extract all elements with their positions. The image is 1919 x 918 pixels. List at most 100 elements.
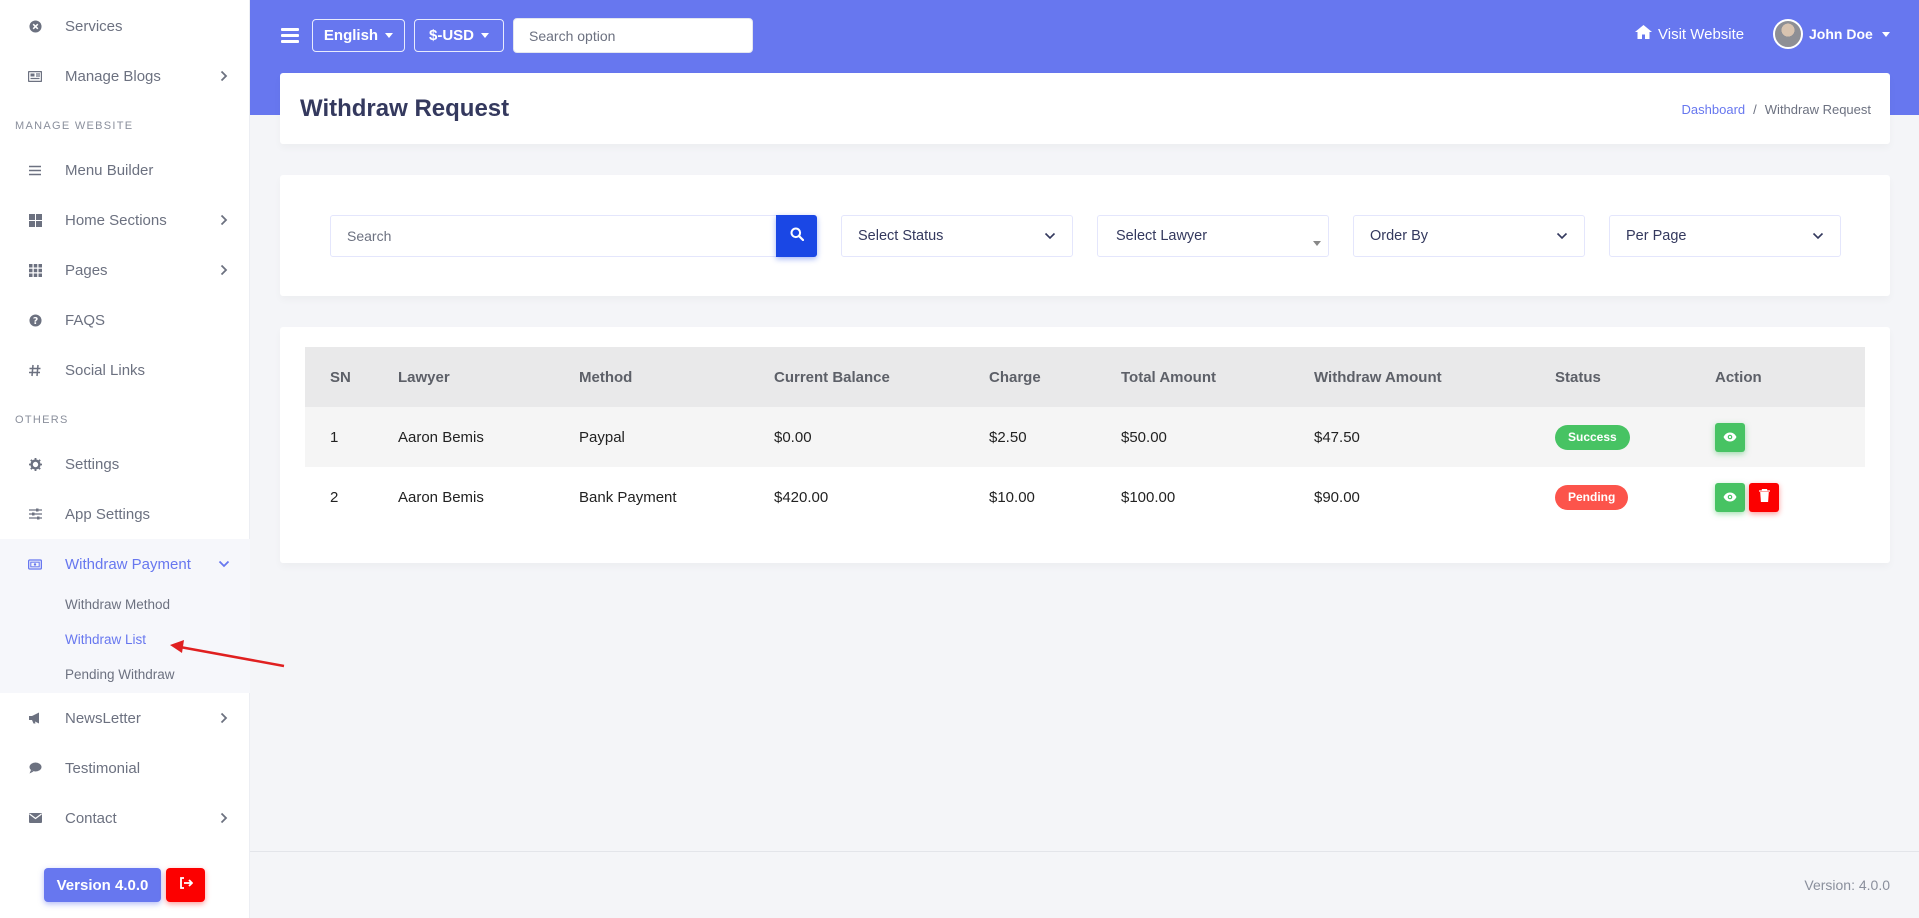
column-header-charge: Charge <box>989 368 1041 386</box>
table-header-row: SN Lawyer Method Current Balance Charge … <box>305 347 1865 407</box>
cell-charge: $10.00 <box>989 488 1035 506</box>
sidebar-item-manage-blogs[interactable]: Manage Blogs <box>0 51 250 101</box>
option-search-input[interactable] <box>513 18 753 53</box>
column-header-method: Method <box>579 368 633 386</box>
money-bill-icon <box>28 557 42 571</box>
status-select[interactable]: Select Status <box>841 215 1073 257</box>
withdraw-table: SN Lawyer Method Current Balance Charge … <box>305 347 1865 527</box>
version-button[interactable]: Version 4.0.0 <box>44 868 161 902</box>
hashtag-icon <box>28 363 42 377</box>
chevron-right-icon <box>218 712 230 724</box>
cell-status: Pending <box>1555 467 1715 527</box>
footer: Version: 4.0.0 <box>250 851 1919 918</box>
sidebar-item-newsletter[interactable]: NewsLetter <box>0 693 250 743</box>
delete-button[interactable] <box>1749 482 1779 512</box>
cell-lawyer: Aaron Bemis <box>398 488 484 506</box>
chevron-right-icon <box>218 264 230 276</box>
sidebar-item-menu-builder[interactable]: Menu Builder <box>0 145 250 195</box>
sidebar-header-manage-website: MANAGE WEBSITE <box>15 120 134 132</box>
search-icon <box>790 227 804 246</box>
hamburger-menu-icon[interactable] <box>281 24 299 46</box>
order-by-select[interactable]: Order By <box>1353 215 1585 257</box>
home-icon <box>1634 24 1653 44</box>
currency-dropdown[interactable]: $-USD <box>414 19 504 52</box>
cell-lawyer: Aaron Bemis <box>398 428 484 446</box>
cell-current-balance: $0.00 <box>774 428 812 446</box>
grid-icon <box>28 213 42 227</box>
sign-out-icon <box>179 876 193 894</box>
per-page-select-value: Per Page <box>1626 228 1687 244</box>
cell-charge: $2.50 <box>989 428 1027 446</box>
withdraw-search-input[interactable] <box>330 215 777 257</box>
sidebar-item-label: Services <box>65 17 123 35</box>
sidebar-item-label: Social Links <box>65 361 146 379</box>
cell-sn: 1 <box>330 428 339 446</box>
svg-text:?: ? <box>32 315 37 326</box>
breadcrumb: Dashboard / Withdraw Request <box>1682 102 1871 117</box>
per-page-select[interactable]: Per Page <box>1609 215 1841 257</box>
caret-down-icon <box>1881 31 1890 37</box>
column-header-lawyer: Lawyer <box>398 368 450 386</box>
bullhorn-icon <box>28 711 42 725</box>
cell-status: Success <box>1555 407 1715 467</box>
trash-icon <box>1758 488 1770 506</box>
language-dropdown[interactable]: English <box>312 19 405 52</box>
sliders-icon <box>28 507 42 521</box>
visit-website-label: Visit Website <box>1658 25 1745 43</box>
submenu-withdraw-list[interactable]: Withdraw List <box>65 632 146 647</box>
caret-down-icon <box>481 33 489 38</box>
chevron-right-icon <box>218 812 230 824</box>
sidebar-item-withdraw-payment[interactable]: Withdraw Payment <box>0 539 250 589</box>
sidebar-item-label: FAQS <box>65 311 106 329</box>
page-header-card <box>280 73 1890 144</box>
visit-website-link[interactable]: Visit Website <box>1634 24 1744 44</box>
comment-icon <box>28 761 42 775</box>
logout-button[interactable] <box>166 868 205 902</box>
sidebar-item-testimonial[interactable]: Testimonial <box>0 743 250 793</box>
view-button[interactable] <box>1715 422 1745 452</box>
sidebar-item-label: Testimonial <box>65 759 141 777</box>
sidebar-item-pages[interactable]: Pages <box>0 245 250 295</box>
lawyer-select[interactable]: Select Lawyer <box>1097 215 1329 257</box>
cell-action <box>1715 467 1865 527</box>
sidebar-item-faqs[interactable]: ? FAQS <box>0 295 250 345</box>
sidebar-item-services[interactable]: Services <box>0 1 250 51</box>
eye-icon <box>1723 489 1737 506</box>
sidebar-item-contact[interactable]: Contact <box>0 793 250 843</box>
column-header-total-amount: Total Amount <box>1121 368 1216 386</box>
user-name: John Doe <box>1809 26 1873 42</box>
th-icon <box>28 263 42 277</box>
status-select-value: Select Status <box>858 228 944 244</box>
question-circle-icon: ? <box>28 313 42 327</box>
lawyer-select-value: Select Lawyer <box>1116 228 1208 244</box>
submenu-pending-withdraw[interactable]: Pending Withdraw <box>65 667 175 682</box>
sidebar-item-social-links[interactable]: Social Links <box>0 345 250 395</box>
cell-total-amount: $50.00 <box>1121 428 1167 446</box>
search-button[interactable] <box>776 215 817 257</box>
view-button[interactable] <box>1715 482 1745 512</box>
table-row: 2 Aaron Bemis Bank Payment $420.00 $10.0… <box>305 467 1865 527</box>
column-header-status: Status <box>1555 368 1601 386</box>
sidebar-item-settings[interactable]: Settings <box>0 439 250 489</box>
column-header-current-balance: Current Balance <box>774 368 890 386</box>
footer-version: Version: 4.0.0 <box>1804 877 1890 893</box>
sidebar-item-home-sections[interactable]: Home Sections <box>0 195 250 245</box>
chevron-right-icon <box>218 214 230 226</box>
sidebar-item-label: NewsLetter <box>65 709 141 727</box>
sidebar-item-label: Settings <box>65 455 120 473</box>
envelope-icon <box>28 811 42 825</box>
chevron-down-icon <box>218 558 230 570</box>
submenu-withdraw-method[interactable]: Withdraw Method <box>65 597 170 612</box>
cell-current-balance: $420.00 <box>774 488 829 506</box>
sidebar-item-label: Manage Blogs <box>65 67 161 85</box>
currency-label: $-USD <box>428 27 474 44</box>
sidebar-item-label: Home Sections <box>65 211 167 229</box>
sidebar-header-others: OTHERS <box>15 414 69 426</box>
chevron-down-icon <box>1812 230 1824 246</box>
avatar <box>1773 19 1803 49</box>
newspaper-icon <box>28 69 42 83</box>
user-menu[interactable]: John Doe <box>1773 19 1890 49</box>
breadcrumb-dashboard-link[interactable]: Dashboard <box>1682 102 1746 117</box>
cell-withdraw-amount: $47.50 <box>1314 428 1360 446</box>
sidebar-item-app-settings[interactable]: App Settings <box>0 489 250 539</box>
